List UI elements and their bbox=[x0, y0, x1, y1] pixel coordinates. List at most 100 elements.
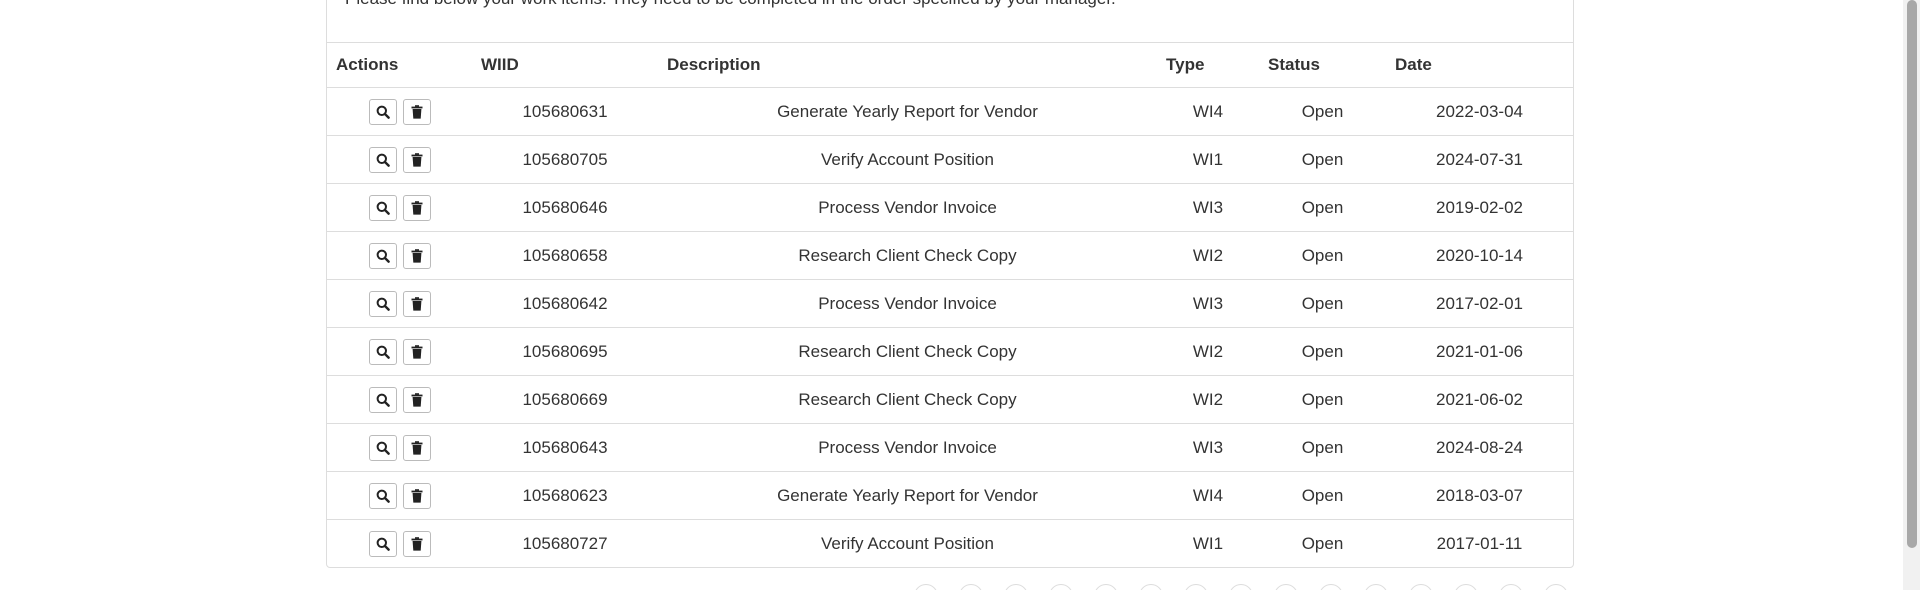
table-header-row: Actions WIID Description Type Status Dat… bbox=[327, 42, 1573, 88]
actions-cell bbox=[327, 327, 472, 376]
status-cell: Open bbox=[1259, 135, 1386, 184]
pagination-dot[interactable] bbox=[1004, 584, 1028, 590]
table-body: 105680631 Generate Yearly Report for Vend… bbox=[327, 87, 1573, 568]
pagination-dot[interactable] bbox=[1319, 584, 1343, 590]
description-cell: Verify Account Position bbox=[658, 519, 1157, 568]
table-row: 105680623 Generate Yearly Report for Vend… bbox=[327, 471, 1573, 520]
pagination-dot[interactable] bbox=[1499, 584, 1523, 590]
search-icon bbox=[376, 201, 390, 215]
table-row: 105680669 Research Client Check Copy WI2 Op… bbox=[327, 375, 1573, 424]
viewport: Please find below your work items. They … bbox=[0, 0, 1920, 590]
delete-button[interactable] bbox=[402, 146, 431, 173]
date-cell: 2017-01-11 bbox=[1386, 519, 1573, 568]
view-button[interactable] bbox=[368, 98, 397, 125]
pagination-dots bbox=[914, 584, 1568, 590]
actions-cell bbox=[327, 231, 472, 280]
view-button[interactable] bbox=[368, 146, 397, 173]
view-button[interactable] bbox=[368, 530, 397, 557]
status-cell: Open bbox=[1259, 231, 1386, 280]
type-cell: WI2 bbox=[1157, 375, 1259, 424]
delete-button[interactable] bbox=[402, 98, 431, 125]
trash-icon bbox=[411, 248, 423, 263]
view-button[interactable] bbox=[368, 482, 397, 509]
actions-cell bbox=[327, 279, 472, 328]
status-cell: Open bbox=[1259, 87, 1386, 136]
pagination-dot[interactable] bbox=[914, 584, 938, 590]
pagination-dot[interactable] bbox=[1544, 584, 1568, 590]
date-cell: 2018-03-07 bbox=[1386, 471, 1573, 520]
date-cell: 2021-06-02 bbox=[1386, 375, 1573, 424]
header-type: Type bbox=[1157, 42, 1259, 88]
delete-button[interactable] bbox=[402, 290, 431, 317]
status-cell: Open bbox=[1259, 279, 1386, 328]
table-row: 105680695 Research Client Check Copy WI2 Op… bbox=[327, 327, 1573, 376]
actions-cell bbox=[327, 87, 472, 136]
status-cell: Open bbox=[1259, 519, 1386, 568]
header-date: Date bbox=[1386, 42, 1573, 88]
pagination-dot[interactable] bbox=[1454, 584, 1478, 590]
actions-cell bbox=[327, 471, 472, 520]
table-row: 105680643 Process Vendor Invoice WI3 Open 20… bbox=[327, 423, 1573, 472]
wiid-cell: 105680658 bbox=[472, 231, 658, 280]
date-cell: 2022-03-04 bbox=[1386, 87, 1573, 136]
wiid-cell: 105680646 bbox=[472, 183, 658, 232]
view-button[interactable] bbox=[368, 194, 397, 221]
search-icon bbox=[376, 153, 390, 167]
type-cell: WI3 bbox=[1157, 279, 1259, 328]
view-button[interactable] bbox=[368, 290, 397, 317]
search-icon bbox=[376, 249, 390, 263]
pagination-dot[interactable] bbox=[1229, 584, 1253, 590]
search-icon bbox=[376, 441, 390, 455]
wiid-cell: 105680642 bbox=[472, 279, 658, 328]
trash-icon bbox=[411, 536, 423, 551]
trash-icon bbox=[411, 104, 423, 119]
date-cell: 2020-10-14 bbox=[1386, 231, 1573, 280]
table-row: 105680727 Verify Account Position WI1 Open 2… bbox=[327, 519, 1573, 568]
pagination-dot[interactable] bbox=[1094, 584, 1118, 590]
description-cell: Research Client Check Copy bbox=[658, 231, 1157, 280]
delete-button[interactable] bbox=[402, 242, 431, 269]
type-cell: WI1 bbox=[1157, 135, 1259, 184]
delete-button[interactable] bbox=[402, 434, 431, 461]
delete-button[interactable] bbox=[402, 194, 431, 221]
description-cell: Process Vendor Invoice bbox=[658, 279, 1157, 328]
trash-icon bbox=[411, 440, 423, 455]
search-icon bbox=[376, 489, 390, 503]
delete-button[interactable] bbox=[402, 338, 431, 365]
date-cell: 2017-02-01 bbox=[1386, 279, 1573, 328]
table-row: 105680705 Verify Account Position WI1 Open 2… bbox=[327, 135, 1573, 184]
scrollbar-track[interactable] bbox=[1903, 0, 1920, 590]
view-button[interactable] bbox=[368, 242, 397, 269]
type-cell: WI4 bbox=[1157, 87, 1259, 136]
pagination-dot[interactable] bbox=[1184, 584, 1208, 590]
delete-button[interactable] bbox=[402, 530, 431, 557]
type-cell: WI2 bbox=[1157, 231, 1259, 280]
type-cell: WI1 bbox=[1157, 519, 1259, 568]
pagination-dot[interactable] bbox=[1364, 584, 1388, 590]
pagination-dot[interactable] bbox=[959, 584, 983, 590]
status-cell: Open bbox=[1259, 471, 1386, 520]
status-cell: Open bbox=[1259, 327, 1386, 376]
description-cell: Research Client Check Copy bbox=[658, 327, 1157, 376]
pagination-dot[interactable] bbox=[1274, 584, 1298, 590]
wiid-cell: 105680669 bbox=[472, 375, 658, 424]
search-icon bbox=[376, 537, 390, 551]
date-cell: 2024-08-24 bbox=[1386, 423, 1573, 472]
date-cell: 2021-01-06 bbox=[1386, 327, 1573, 376]
pagination-dot[interactable] bbox=[1139, 584, 1163, 590]
pagination-dot[interactable] bbox=[1049, 584, 1073, 590]
pagination-dot[interactable] bbox=[1409, 584, 1433, 590]
date-cell: 2024-07-31 bbox=[1386, 135, 1573, 184]
scrollbar-thumb[interactable] bbox=[1907, 0, 1917, 548]
actions-cell bbox=[327, 519, 472, 568]
date-cell: 2019-02-02 bbox=[1386, 183, 1573, 232]
view-button[interactable] bbox=[368, 386, 397, 413]
description-cell: Generate Yearly Report for Vendor bbox=[658, 471, 1157, 520]
header-wiid: WIID bbox=[472, 42, 658, 88]
delete-button[interactable] bbox=[402, 482, 431, 509]
view-button[interactable] bbox=[368, 434, 397, 461]
delete-button[interactable] bbox=[402, 386, 431, 413]
header-actions: Actions bbox=[327, 42, 472, 88]
view-button[interactable] bbox=[368, 338, 397, 365]
wiid-cell: 105680695 bbox=[472, 327, 658, 376]
